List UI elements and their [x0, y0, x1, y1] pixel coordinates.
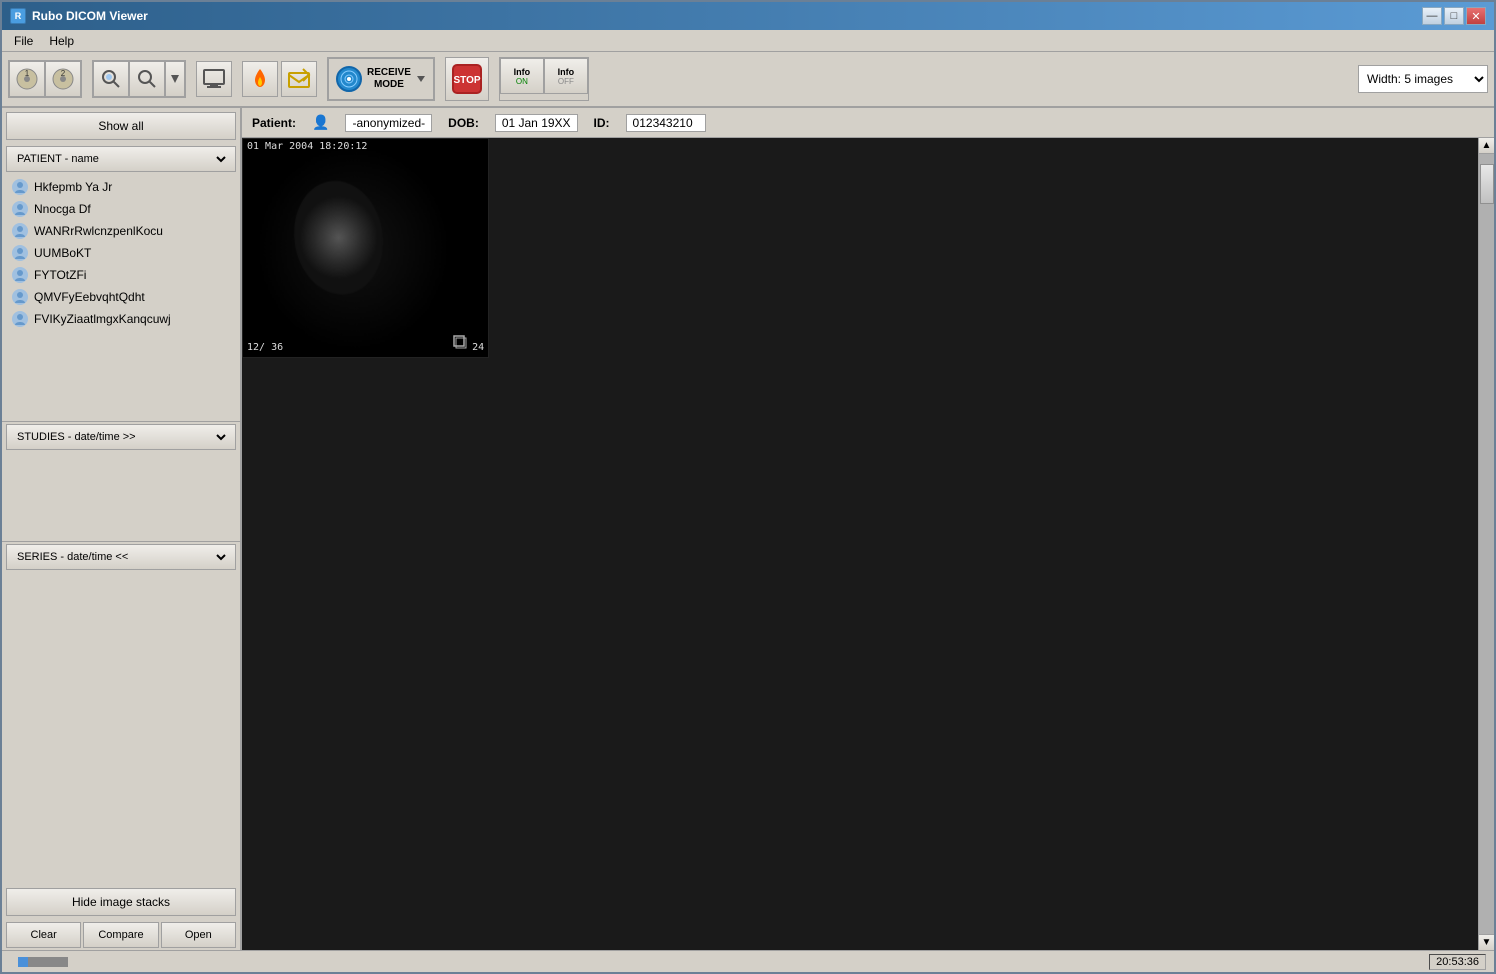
series-dropdown-header[interactable]: SERIES - date/time << — [6, 544, 236, 570]
menu-bar: File Help — [2, 30, 1494, 52]
patient-item-3[interactable]: UUMBoKT — [6, 242, 236, 264]
studies-dropdown-header[interactable]: STUDIES - date/time >> — [6, 424, 236, 450]
cell-timestamp-0: 01 Mar 2004 18:20:12 — [247, 141, 367, 152]
toolbar: 1 2 — [2, 52, 1494, 108]
patient-name-4: FYTOtZFi — [34, 268, 86, 282]
image-grid-wrapper: 01 Mar 2004 18:20:12 12/ 36 24 ▲ ▼ — [242, 138, 1494, 950]
cell-stack-icon-0 — [452, 334, 468, 353]
open-button[interactable]: Open — [161, 922, 236, 948]
patient-label: Patient: — [252, 116, 296, 130]
patient-avatar-4 — [12, 267, 28, 283]
scroll-up-button[interactable]: ▲ — [1479, 138, 1494, 154]
bottom-action-buttons: Clear Compare Open — [2, 920, 240, 950]
patient-avatar-0 — [12, 179, 28, 195]
id-value: 012343210 — [626, 114, 706, 132]
patient-item-0[interactable]: Hkfepmb Ya Jr — [6, 176, 236, 198]
cell-info-0: 12/ 36 — [247, 342, 283, 353]
left-panel: Show all PATIENT - name PATIENT - id PAT… — [2, 108, 242, 950]
window-controls: — □ ✕ — [1422, 7, 1486, 25]
flame-button[interactable] — [242, 61, 278, 97]
width-dropdown[interactable]: Width: 1 image Width: 2 images Width: 3 … — [1358, 65, 1488, 93]
patient-item-1[interactable]: Nnocga Df — [6, 198, 236, 220]
patient-name-display: -anonymized- — [345, 114, 432, 132]
arrow-down-button[interactable] — [165, 61, 185, 97]
monitor-button[interactable] — [196, 61, 232, 97]
patient-name-6: FVIKyZiaatlmgxKanqcuwj — [34, 312, 171, 326]
image-grid: 01 Mar 2004 18:20:12 12/ 36 24 — [242, 138, 1478, 358]
search1-button[interactable] — [93, 61, 129, 97]
patient-name-5: QMVFyEebvqhtQdht — [34, 290, 145, 304]
series-section: SERIES - date/time << — [2, 541, 240, 641]
main-window: R Rubo DICOM Viewer — □ ✕ File Help 1 2 — [0, 0, 1496, 974]
svg-text:2: 2 — [61, 69, 66, 78]
patient-avatar-1 — [12, 201, 28, 217]
series-sort-select[interactable]: SERIES - date/time << — [13, 550, 229, 564]
image-cell-0[interactable]: 01 Mar 2004 18:20:12 12/ 36 24 — [242, 138, 489, 358]
status-bar: 20:53:36 — [2, 950, 1494, 972]
app-icon: R — [10, 8, 26, 24]
svg-text:STOP: STOP — [453, 75, 480, 86]
image-area: Patient: 👤 -anonymized- DOB: 01 Jan 19XX… — [242, 108, 1494, 950]
scrollbar: ▲ ▼ — [1478, 138, 1494, 950]
patient-item-6[interactable]: FVIKyZiaatlmgxKanqcuwj — [6, 308, 236, 330]
receive-mode-button[interactable]: RECEIVE MODE — [329, 61, 433, 97]
patient-info-bar: Patient: 👤 -anonymized- DOB: 01 Jan 19XX… — [242, 108, 1494, 138]
patient-name-3: UUMBoKT — [34, 246, 91, 260]
patient-name-1: Nnocga Df — [34, 202, 91, 216]
patient-sort-select[interactable]: PATIENT - name PATIENT - id PATIENT - do… — [13, 152, 229, 166]
studies-section: STUDIES - date/time >> — [2, 421, 240, 541]
title-bar: R Rubo DICOM Viewer — □ ✕ — [2, 2, 1494, 30]
patient-item-5[interactable]: QMVFyEebvqhtQdht — [6, 286, 236, 308]
info-on-button[interactable]: Info ON — [500, 58, 544, 94]
receive-mode-label2: MODE — [374, 79, 404, 91]
close-button[interactable]: ✕ — [1466, 7, 1486, 25]
receive-mode-label: RECEIVE — [367, 67, 411, 79]
scroll-down-button[interactable]: ▼ — [1479, 934, 1494, 950]
stop-button[interactable]: STOP — [445, 57, 489, 101]
menu-help[interactable]: Help — [41, 32, 82, 50]
patient-item-2[interactable]: WANRrRwlcnzpenlKocu — [6, 220, 236, 242]
menu-file[interactable]: File — [6, 32, 41, 50]
progress-fill — [18, 957, 28, 967]
send-button[interactable] — [281, 61, 317, 97]
patient-name-0: Hkfepmb Ya Jr — [34, 180, 112, 194]
patient-avatar-6 — [12, 311, 28, 327]
image-grid-container[interactable]: 01 Mar 2004 18:20:12 12/ 36 24 — [242, 138, 1478, 950]
search2-button[interactable] — [129, 61, 165, 97]
clear-button[interactable]: Clear — [6, 922, 81, 948]
id-label: ID: — [594, 116, 610, 130]
hide-stacks-button[interactable]: Hide image stacks — [6, 888, 236, 916]
minimize-button[interactable]: — — [1422, 7, 1442, 25]
receive-mode-dropdown-icon — [415, 73, 427, 85]
mri-canvas-0 — [243, 139, 488, 357]
progress-track — [18, 957, 68, 967]
maximize-button[interactable]: □ — [1444, 7, 1464, 25]
studies-sort-select[interactable]: STUDIES - date/time >> — [13, 430, 229, 444]
patient-avatar-2 — [12, 223, 28, 239]
patient-item-4[interactable]: FYTOtZFi — [6, 264, 236, 286]
main-content: Show all PATIENT - name PATIENT - id PAT… — [2, 108, 1494, 950]
cell-count-0: 24 — [472, 342, 484, 353]
status-time: 20:53:36 — [1429, 954, 1486, 970]
patient-avatar-5 — [12, 289, 28, 305]
patient-avatar-3 — [12, 245, 28, 261]
scroll-track[interactable] — [1479, 154, 1494, 934]
svg-text:1: 1 — [25, 69, 30, 78]
info-off-button[interactable]: Info OFF — [544, 58, 588, 94]
dob-label: DOB: — [448, 116, 479, 130]
window-title: Rubo DICOM Viewer — [32, 9, 148, 23]
patient-dropdown-header[interactable]: PATIENT - name PATIENT - id PATIENT - do… — [6, 146, 236, 172]
patient-name-2: WANRrRwlcnzpenlKocu — [34, 224, 163, 238]
cd1-button[interactable]: 1 — [9, 61, 45, 97]
patient-icon: 👤 — [312, 114, 329, 131]
show-all-button[interactable]: Show all — [6, 112, 236, 140]
dob-value: 01 Jan 19XX — [495, 114, 578, 132]
scroll-thumb[interactable] — [1480, 164, 1494, 204]
patient-list: Hkfepmb Ya Jr Nnocga Df WANRrRwlcnzpenlK… — [2, 174, 240, 421]
compare-button[interactable]: Compare — [83, 922, 158, 948]
cd2-button[interactable]: 2 — [45, 61, 81, 97]
